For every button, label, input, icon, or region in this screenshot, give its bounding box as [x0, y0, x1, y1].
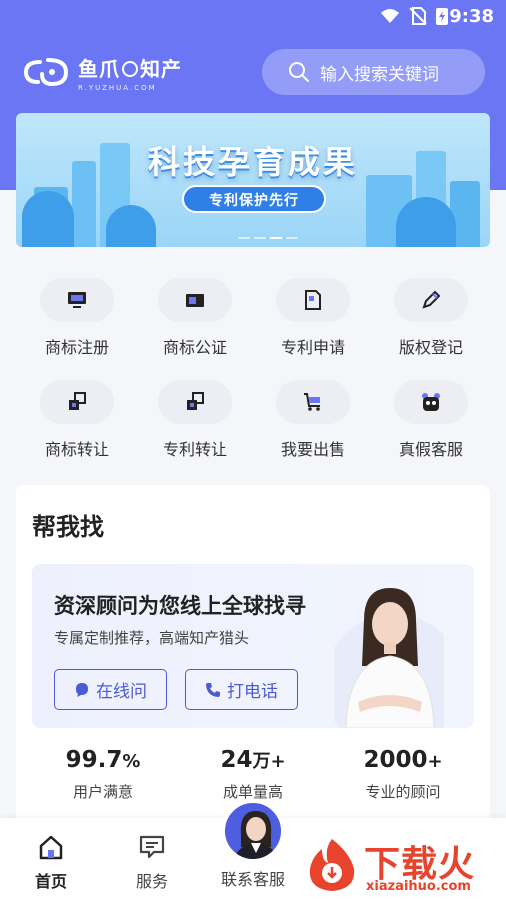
service-label: 商标转让 — [44, 440, 109, 459]
logo-mark-icon — [122, 60, 138, 77]
service-copyright-register[interactable]: 版权登记 — [372, 270, 490, 360]
tab-home[interactable]: 首页 — [6, 832, 96, 892]
search-icon — [289, 62, 309, 82]
call-button[interactable]: 打电话 — [185, 669, 298, 710]
stat-value: 24 — [220, 747, 253, 773]
service-label: 版权登记 — [398, 338, 463, 357]
search-input[interactable]: 输入搜索关键词 — [262, 49, 485, 95]
service-label: 商标注册 — [44, 338, 109, 357]
call-label: 打电话 — [227, 682, 278, 702]
chat-icon — [139, 835, 165, 859]
pen-icon — [422, 290, 441, 309]
promo-title: 资深顾问为您线上全球找寻 — [54, 594, 306, 618]
banner-dot-active — [270, 237, 282, 239]
patent-transfer-icon — [187, 392, 204, 410]
logo-name: 鱼爪 — [78, 56, 120, 81]
status-bar: 9:38 — [0, 0, 506, 34]
banner-title: 科技孕育成果 — [147, 143, 358, 181]
app-header: 鱼爪 知产 R.YUZHUA.COM 输入搜索关键词 — [0, 46, 506, 98]
promo-subtitle: 专属定制推荐，高端知产猎头 — [54, 629, 250, 647]
transfer-icon — [69, 392, 86, 410]
banner-dot — [254, 237, 266, 239]
tab-label: 首页 — [34, 872, 67, 891]
home-icon — [39, 835, 63, 860]
service-patent-transfer[interactable]: 专利转让 — [136, 372, 254, 462]
service-trademark-register[interactable]: 商标注册 — [18, 270, 136, 360]
chat-bubble-icon — [76, 682, 88, 697]
document-icon — [305, 290, 321, 310]
monitor-icon — [68, 292, 86, 308]
consultant-portrait — [334, 588, 444, 728]
service-trademark-notary[interactable]: 商标公证 — [136, 270, 254, 360]
phone-icon — [206, 682, 220, 697]
service-label: 专利转让 — [162, 440, 227, 459]
banner-dome — [106, 205, 156, 247]
stat-satisfaction: 99.7% 用户满意 — [28, 747, 178, 802]
stat-orders: 24万+ 成单量高 — [178, 747, 328, 802]
watermark-logo: 下载火 xiazaihuo.com — [302, 835, 502, 895]
wifi-icon — [381, 9, 399, 23]
yuzhua-logo-icon — [23, 58, 69, 87]
agent-avatar[interactable] — [222, 800, 284, 862]
service-label: 专利申请 — [280, 338, 345, 357]
watermark-url: xiazaihuo.com — [366, 879, 471, 894]
tab-contact-support[interactable]: 联系客服 — [208, 866, 298, 890]
service-sell[interactable]: 我要出售 — [254, 372, 372, 462]
banner-pagination — [238, 237, 298, 239]
tab-label: 服务 — [135, 872, 168, 891]
stat-consultants: 2000+ 专业的顾问 — [328, 747, 478, 802]
service-patent-apply[interactable]: 专利申请 — [254, 270, 372, 360]
mascot-icon — [422, 393, 440, 411]
stat-unit: 万+ — [252, 751, 286, 772]
certificate-icon — [186, 294, 204, 307]
online-chat-button[interactable]: 在线问 — [54, 669, 167, 710]
online-chat-label: 在线问 — [96, 682, 147, 702]
tab-services[interactable]: 服务 — [107, 832, 197, 892]
banner-dot — [238, 237, 250, 239]
logo-subtitle: R.YUZHUA.COM — [78, 83, 157, 92]
no-sim-icon — [409, 7, 427, 25]
logo-name-2: 知产 — [140, 56, 182, 81]
promo-banner[interactable]: 科技孕育成果 专利保护先行 — [16, 113, 490, 247]
stat-caption: 成单量高 — [222, 783, 283, 801]
banner-dome — [396, 197, 456, 247]
fire-logo-icon — [309, 839, 355, 891]
stat-unit: % — [122, 751, 141, 772]
app-logo[interactable]: 鱼爪 知产 R.YUZHUA.COM — [22, 54, 182, 92]
service-label: 商标公证 — [162, 338, 227, 357]
section-title: 帮我找 — [32, 513, 104, 541]
stat-caption: 专业的顾问 — [365, 783, 441, 801]
banner-dome — [22, 191, 74, 247]
cart-icon — [304, 393, 320, 411]
stat-value: 2000 — [363, 747, 428, 773]
banner-dot — [286, 237, 298, 239]
stat-caption: 用户满意 — [72, 783, 133, 801]
consultant-promo[interactable]: 资深顾问为您线上全球找寻 专属定制推荐，高端知产猎头 在线问 打电话 — [32, 564, 474, 728]
banner-subtitle: 专利保护先行 — [182, 185, 326, 213]
service-trademark-transfer[interactable]: 商标转让 — [18, 372, 136, 462]
tab-label: 联系客服 — [220, 870, 285, 889]
service-label: 真假客服 — [398, 440, 463, 459]
search-placeholder: 输入搜索关键词 — [320, 64, 439, 85]
service-label: 我要出售 — [280, 440, 345, 459]
status-time: 9:38 — [449, 6, 494, 27]
stat-unit: + — [427, 751, 443, 772]
service-genuine-support[interactable]: 真假客服 — [372, 372, 490, 462]
stat-value: 99.7 — [65, 747, 123, 773]
